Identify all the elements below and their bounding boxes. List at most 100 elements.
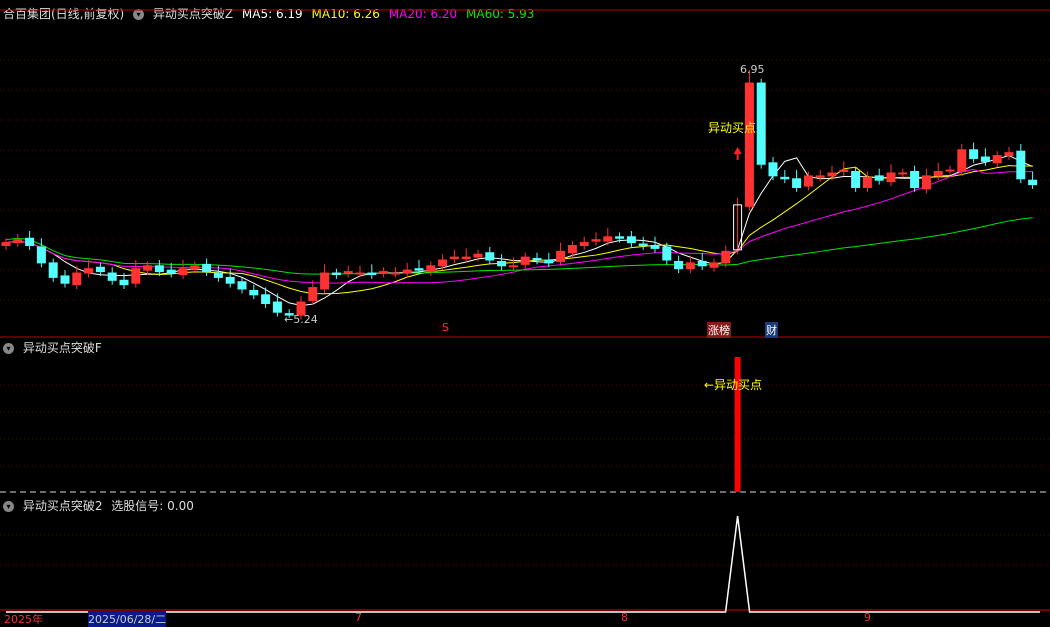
candle: [438, 259, 448, 267]
candle: [615, 236, 625, 239]
axis-label: 9: [864, 611, 871, 624]
candle: [485, 252, 495, 261]
candle: [367, 272, 377, 275]
badge-limit-up[interactable]: 涨榜: [707, 322, 731, 338]
candle: [1016, 150, 1026, 180]
candle: [567, 244, 577, 254]
candle: [190, 265, 200, 270]
candle: [933, 171, 943, 177]
candle: [886, 172, 896, 183]
candle: [473, 253, 483, 258]
candle: [202, 263, 212, 273]
candle: [1028, 179, 1038, 186]
candle: [95, 266, 105, 273]
candle: [556, 250, 566, 262]
candle: [969, 149, 979, 159]
low-label: ←5.24: [284, 313, 318, 326]
candle: [119, 279, 129, 286]
candle: [851, 171, 861, 188]
high-label: 6.95: [740, 63, 765, 76]
candle: [709, 262, 719, 268]
signal-text: 异动买点: [708, 121, 757, 135]
candle: [60, 275, 70, 284]
candle: [48, 262, 58, 278]
candle: [638, 243, 648, 246]
candle: [13, 239, 23, 244]
candle: [25, 237, 35, 246]
candle: [874, 175, 884, 181]
candle: [910, 171, 920, 188]
candle: [520, 256, 530, 265]
candle: [626, 236, 636, 244]
candle: [343, 271, 353, 274]
candle: [815, 175, 825, 178]
candle: [355, 272, 365, 275]
candle: [945, 169, 955, 172]
candle: [72, 272, 82, 286]
candle: [1, 242, 11, 246]
candle: [131, 268, 141, 284]
candle: [107, 272, 117, 281]
panel2-signal-label: ←异动买点: [704, 378, 763, 392]
candle: [697, 260, 707, 267]
axis-label: 7: [355, 611, 362, 624]
candle: [827, 172, 837, 177]
candle: [154, 265, 164, 273]
candle: [426, 265, 436, 273]
signal-line: [6, 515, 1040, 613]
candle: [261, 294, 271, 305]
candle: [803, 175, 813, 187]
candle: [166, 269, 176, 274]
candle: [213, 272, 223, 278]
candle: [792, 178, 802, 188]
axis-label: 2025年: [4, 613, 43, 626]
candle: [308, 287, 318, 302]
candle: [839, 169, 849, 173]
candle: [178, 268, 188, 275]
candle: [674, 260, 684, 270]
candle: [390, 272, 400, 275]
candle: [84, 268, 94, 274]
candle: [461, 256, 471, 260]
candle: [320, 272, 330, 290]
candle: [402, 269, 412, 274]
candle: [980, 156, 990, 162]
candle: [579, 242, 589, 246]
candle: [662, 246, 672, 261]
candle: [756, 82, 766, 165]
badge-finance[interactable]: 财: [765, 322, 778, 338]
candle: [957, 149, 967, 173]
candle: [272, 301, 282, 313]
candle: [768, 162, 778, 177]
candle: [225, 276, 235, 284]
candle: [862, 176, 872, 188]
kline-chart[interactable]: [0, 0, 1050, 622]
axis-label: 8: [621, 611, 628, 624]
candle: [497, 260, 507, 267]
candle: [685, 262, 695, 270]
candle: [780, 176, 790, 180]
candle: [237, 281, 247, 290]
s-mark: S: [442, 321, 449, 334]
candle: [921, 175, 931, 190]
candle: [721, 250, 731, 264]
candle: [744, 82, 754, 207]
candle: [544, 259, 554, 264]
candle: [650, 244, 660, 249]
candle: [898, 172, 908, 175]
candle: [508, 265, 518, 268]
ma10-line: [5, 165, 1033, 295]
axis-label-selected: 2025/06/28/二: [88, 611, 167, 627]
candle: [379, 271, 389, 274]
candle: [331, 272, 341, 275]
candle: [143, 265, 153, 271]
candle: [591, 239, 601, 242]
candle: [992, 155, 1002, 164]
candle: [249, 289, 259, 296]
candle: [532, 258, 542, 261]
candle: [603, 236, 613, 242]
candle: [449, 256, 459, 260]
candle: [36, 246, 46, 264]
candle: [414, 268, 424, 271]
candle: [1004, 152, 1014, 157]
